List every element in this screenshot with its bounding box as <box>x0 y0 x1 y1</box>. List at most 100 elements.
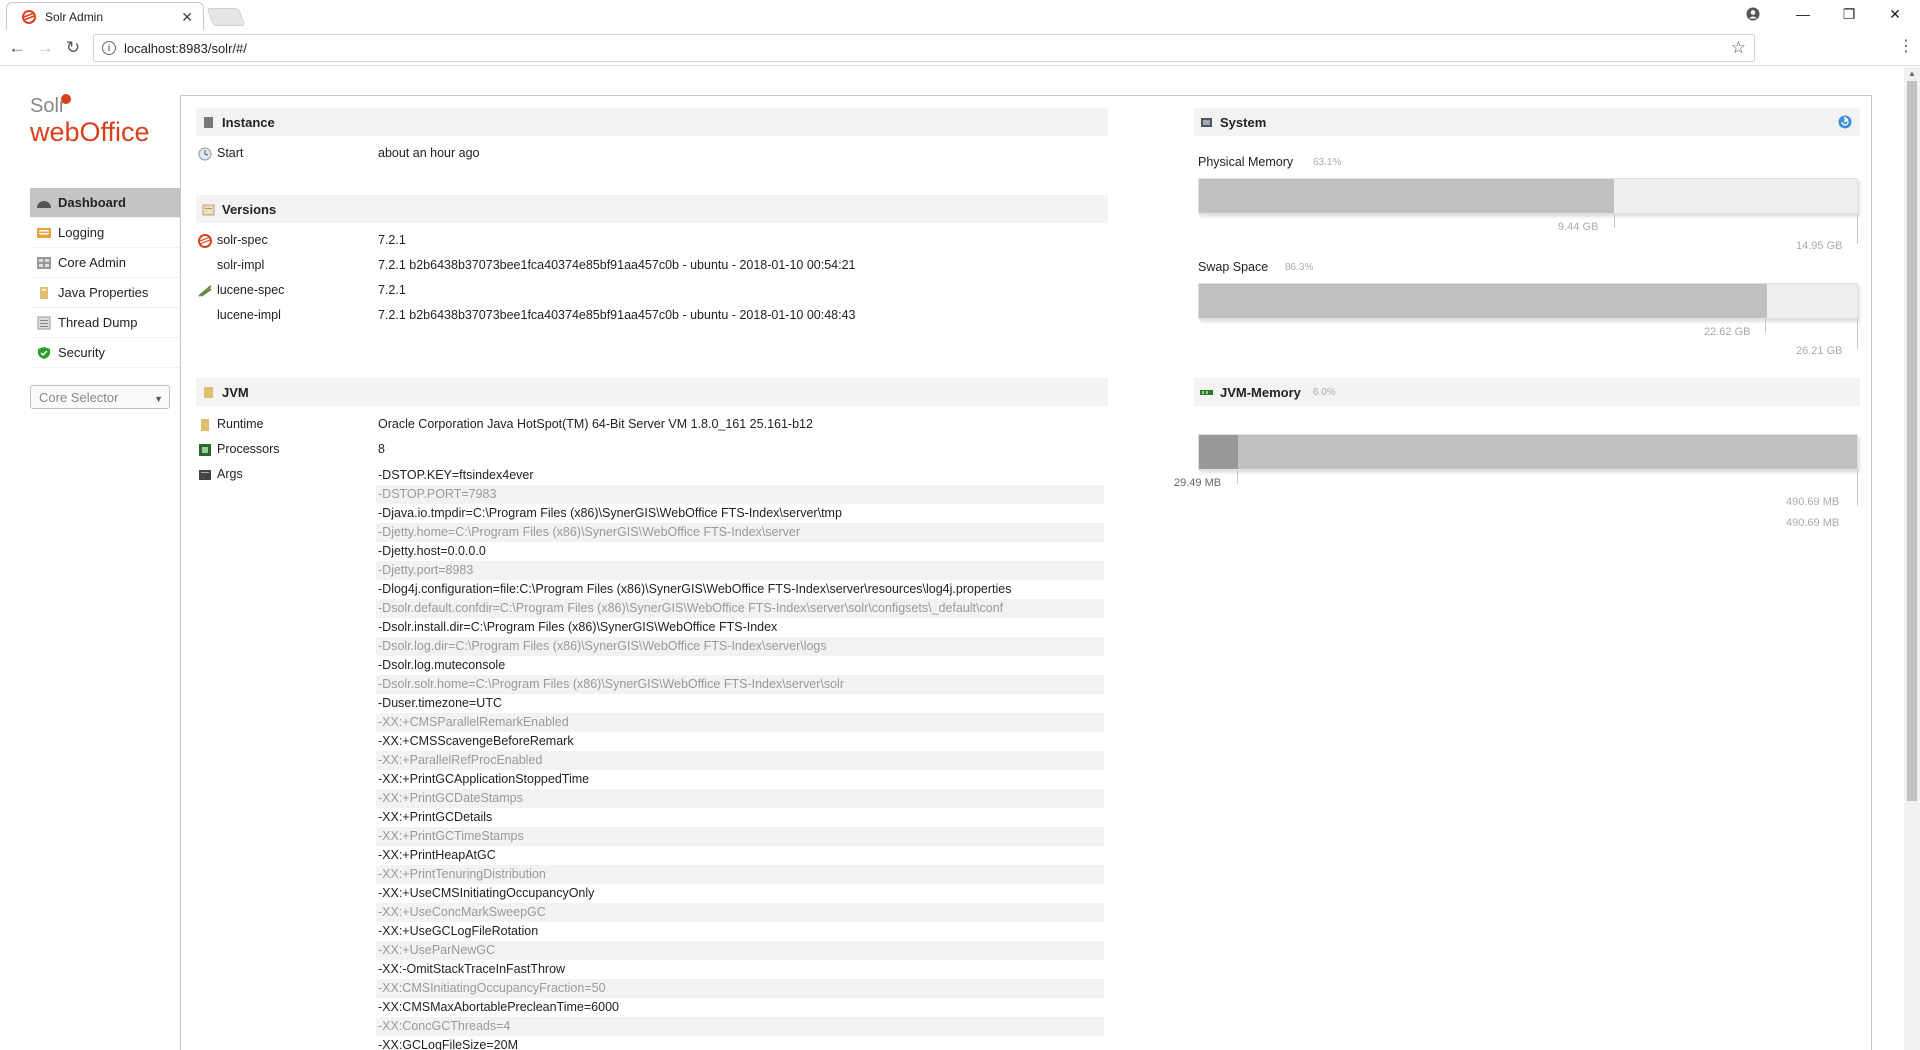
sidebar-item-logging[interactable]: Logging <box>30 218 180 248</box>
profile-icon[interactable] <box>1730 0 1776 28</box>
solr-icon <box>198 234 212 248</box>
browser-menu-icon[interactable]: ⋮ <box>1898 36 1914 56</box>
physical-memory-used: 9.44 GB <box>1558 221 1599 233</box>
logo-web: web <box>30 117 80 147</box>
sidebar-item-security[interactable]: Security <box>30 338 180 368</box>
sidebar-item-thread-dump[interactable]: Thread Dump <box>30 308 180 338</box>
scroll-up-icon[interactable]: ▲ <box>1908 69 1916 78</box>
solr-sun-icon <box>61 94 71 104</box>
close-window-icon[interactable]: ✕ <box>1872 0 1918 28</box>
system-header: System <box>1194 108 1860 136</box>
solr-impl-value: 7.2.1 b2b6438b37073bee1fca40374e85bf91aa… <box>378 258 856 272</box>
solr-spec-value: 7.2.1 <box>378 233 406 247</box>
jvm-arg-item: -Dlog4j.configuration=file:C:\Program Fi… <box>378 582 1012 596</box>
runtime-icon <box>201 419 209 431</box>
instance-icon <box>204 116 213 128</box>
system-title: System <box>1220 114 1267 130</box>
clock-icon <box>198 147 212 161</box>
swap-space-fill <box>1199 284 1767 318</box>
reload-icon[interactable]: ↻ <box>62 37 84 59</box>
refresh-icon[interactable] <box>1838 115 1852 129</box>
jvm-memory-max-tick <box>1857 470 1858 506</box>
minimize-icon[interactable]: — <box>1780 0 1826 28</box>
jvm-arg-item: -XX:+PrintGCTimeStamps <box>376 827 1104 846</box>
versions-title: Versions <box>222 201 277 217</box>
jvm-icon <box>204 386 213 398</box>
core-selector[interactable]: Core Selector ▼ <box>30 385 170 409</box>
sidebar-nav: Dashboard Logging Core Admin Java Proper… <box>30 188 180 368</box>
jvm-arg-item: -Dsolr.log.muteconsole <box>378 658 506 672</box>
jvm-header: JVM <box>196 378 1108 406</box>
swap-space-total: 26.21 GB <box>1796 345 1843 357</box>
browser-tab[interactable]: Solr Admin ✕ <box>6 2 204 30</box>
jvm-memory-used-tick <box>1237 470 1238 484</box>
sidebar-item-label: Logging <box>58 225 105 240</box>
jvm-arg-item: -DSTOP.PORT=7983 <box>376 485 1104 504</box>
jvm-memory-committed: 490.69 MB <box>1786 517 1840 529</box>
jvm-arg-item: -XX:+PrintTenuringDistribution <box>376 865 1104 884</box>
jvm-arg-item: -Djetty.home=C:\Program Files (x86)\Syne… <box>376 523 1104 542</box>
logging-icon <box>37 227 51 238</box>
logo[interactable]: Solr webOffice <box>30 94 160 155</box>
swap-space-used: 22.62 GB <box>1704 326 1751 338</box>
jvm-memory-used: 29.49 MB <box>1174 477 1222 489</box>
lucene-impl-value: 7.2.1 b2b6438b37073bee1fca40374e85bf91aa… <box>378 308 856 322</box>
jvm-arg-item: -Dsolr.install.dir=C:\Program Files (x86… <box>378 620 778 634</box>
swap-space-percent: 86.3% <box>1285 262 1314 273</box>
address-bar[interactable]: i localhost:8983/solr/#/ ☆ <box>93 34 1755 62</box>
restore-icon[interactable]: ❐ <box>1826 0 1872 28</box>
physical-memory-bar <box>1198 178 1858 214</box>
solr-admin-page: Solr webOffice Dashboard Logging Core Ad… <box>0 67 1904 1050</box>
start-label: Start <box>217 146 244 160</box>
sidebar-item-dashboard[interactable]: Dashboard <box>30 188 180 218</box>
browser-tab-strip: Solr Admin ✕ — ❐ ✕ <box>0 0 1920 30</box>
jvm-arg-item: -DSTOP.KEY=ftsindex4ever <box>378 468 534 482</box>
args-label: Args <box>217 467 243 481</box>
tab-title: Solr Admin <box>45 9 104 24</box>
jvm-arg-item: -XX:+PrintGCDateStamps <box>376 789 1104 808</box>
physical-memory-total: 14.95 GB <box>1796 240 1843 252</box>
back-icon[interactable]: ← <box>6 37 28 59</box>
forward-icon[interactable]: → <box>34 37 56 59</box>
jvm-memory-percent: 6.0% <box>1312 386 1336 398</box>
physical-memory-label: Physical Memory <box>1198 155 1294 169</box>
page-scrollbar[interactable]: ▲ <box>1904 67 1920 1050</box>
swap-space-tick <box>1765 319 1766 333</box>
sidebar-item-label: Java Properties <box>58 285 149 300</box>
jvm-arg-item: -XX:+PrintGCApplicationStoppedTime <box>378 772 590 786</box>
jvm-arg-item: -XX:+CMSScavengeBeforeRemark <box>378 734 574 748</box>
close-tab-icon[interactable]: ✕ <box>181 9 193 26</box>
jvm-arg-item: -Djava.io.tmpdir=C:\Program Files (x86)\… <box>378 506 842 520</box>
jvm-arg-item: -XX:+CMSParallelRemarkEnabled <box>376 713 1104 732</box>
logo-office: Office <box>79 117 150 147</box>
jvm-arg-item: -XX:+UseParNewGC <box>376 941 1104 960</box>
jvm-arg-item: -XX:+PrintGCDetails <box>378 810 493 824</box>
scrollbar-thumb[interactable] <box>1907 81 1917 801</box>
jvm-arg-item: -XX:GCLogFileSize=20M <box>378 1038 518 1050</box>
swap-space-bar <box>1198 283 1858 319</box>
jvm-arg-item: -XX:+UseCMSInitiatingOccupancyOnly <box>378 886 595 900</box>
versions-header: Versions <box>196 195 1108 223</box>
sidebar-item-core-admin[interactable]: Core Admin <box>30 248 180 278</box>
jvm-arg-item: -Duser.timezone=UTC <box>378 696 502 710</box>
sidebar-item-java-properties[interactable]: Java Properties <box>30 278 180 308</box>
processors-label: Processors <box>217 442 280 456</box>
jvm-arg-item: -Dsolr.solr.home=C:\Program Files (x86)\… <box>376 675 1104 694</box>
lucene-impl-label: lucene-impl <box>217 308 281 322</box>
physical-memory-fill <box>1199 179 1615 213</box>
solr-spec-label: solr-spec <box>217 233 268 247</box>
core-selector-placeholder: Core Selector <box>39 389 119 405</box>
jvm-memory-bar <box>1198 434 1858 470</box>
java-properties-icon <box>40 286 48 299</box>
jvm-arg-item: -XX:+ParallelRefProcEnabled <box>376 751 1104 770</box>
info-icon[interactable]: i <box>102 41 116 55</box>
browser-toolbar: ← → ↻ i localhost:8983/solr/#/ ☆ ⋮ <box>0 30 1920 66</box>
start-value: about an hour ago <box>378 146 480 160</box>
jvm-memory-title: JVM-Memory <box>1220 384 1301 400</box>
sidebar-item-label: Dashboard <box>58 195 126 210</box>
system-icon <box>1201 117 1212 127</box>
bookmark-star-icon[interactable]: ☆ <box>1731 38 1746 58</box>
new-tab-button[interactable] <box>206 8 246 26</box>
jvm-arg-item: -XX:+PrintHeapAtGC <box>378 848 496 862</box>
lucene-icon <box>198 285 212 297</box>
